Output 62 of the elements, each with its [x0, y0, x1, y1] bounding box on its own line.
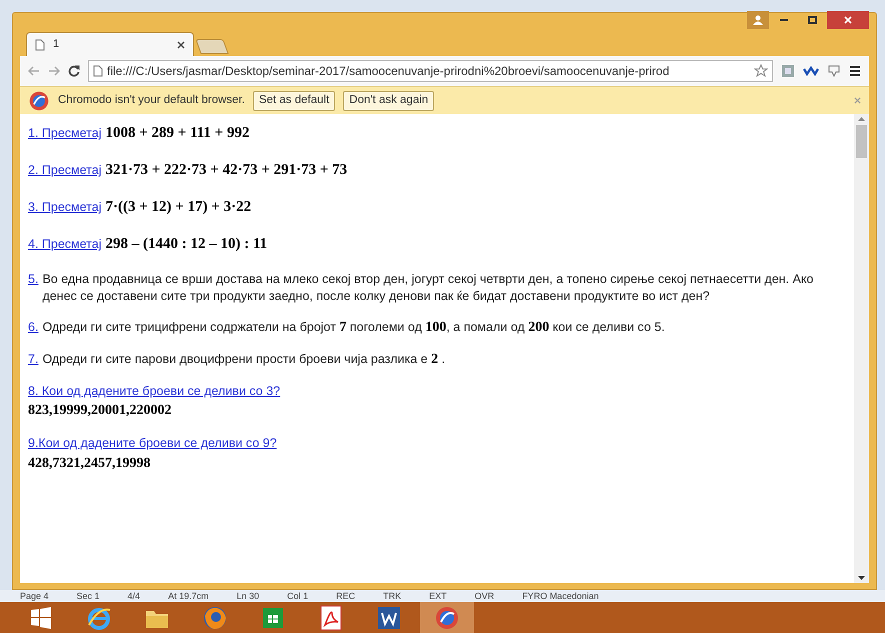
page-icon	[93, 65, 103, 77]
problem-text: Одреди ги сите трицифрени содржатели на бројот 7 поголеми од 100, а помали од 200 кои се деливи со 5.	[42, 319, 665, 336]
menu-icon[interactable]	[849, 65, 861, 77]
math-expression: 298 – (1440 : 12 – 10) : 11	[105, 235, 268, 254]
infobar-message: Chromodo isn't your default browser.	[58, 92, 245, 108]
status-item: Ln 30	[236, 590, 260, 602]
scrollbar[interactable]	[854, 114, 869, 583]
forward-arrow-icon[interactable]	[48, 66, 60, 76]
tab-title: 1	[53, 37, 60, 52]
status-item: OVR	[474, 590, 494, 602]
reload-icon[interactable]	[68, 65, 80, 77]
problem-link[interactable]: 3. Пресметај	[28, 198, 102, 217]
close-icon	[844, 16, 852, 24]
pdf-icon	[320, 604, 342, 630]
user-icon	[753, 15, 763, 25]
math-expression: 321·73 + 222·73 + 42·73 + 291·73 + 73	[105, 161, 348, 180]
status-item: 4/4	[128, 590, 140, 602]
problem-link[interactable]: 1. Пресметај	[28, 124, 102, 143]
math-expression: 1008 + 289 + 111 + 992	[105, 124, 250, 143]
status-item: At 19.7cm	[168, 590, 209, 602]
infobar-button[interactable]: Set as default	[252, 90, 336, 110]
number-list: 428,7321,2457,19998	[28, 453, 150, 474]
store-bag-icon	[261, 606, 285, 630]
globe-swirl-icon	[434, 604, 460, 630]
scroll-down-icon[interactable]	[858, 576, 865, 581]
status-item: Page 4	[20, 590, 49, 602]
word-document-icon	[376, 604, 402, 630]
browser-tab[interactable]: 1	[26, 32, 194, 56]
new-tab-button[interactable]	[195, 39, 229, 54]
url-text: file:///C:/Users/jasmar/Desktop/seminar-2017/samoocenuvanje-prirodni%20broevi/samoocenuvanje-prirod	[107, 63, 670, 80]
infobar-button[interactable]: Don't ask again	[343, 90, 434, 110]
close-icon[interactable]	[177, 40, 185, 48]
back-arrow-icon[interactable]	[28, 66, 40, 76]
address-bar[interactable]: file:///C:/Users/jasmar/Desktop/seminar-2017/samoocenuvanje-prirodni%20broevi/samoocenuvanje-prirod	[88, 60, 773, 82]
globe-swirl-icon	[28, 90, 50, 112]
problem-link[interactable]: 6.	[28, 318, 38, 337]
problem-link[interactable]: 9.Кои од дадените броеви се деливи со 9?	[28, 434, 277, 453]
star-icon[interactable]	[754, 64, 768, 78]
scroll-thumb[interactable]	[856, 125, 867, 158]
status-item: Col 1	[287, 590, 308, 602]
extension-icon[interactable]	[781, 64, 795, 78]
status-item: TRK	[383, 590, 402, 602]
fox-globe-icon	[202, 604, 228, 630]
download-icon[interactable]	[827, 64, 841, 78]
problem-text: Одреди ги сите парови двоцифрени прости броеви чија разлика е 2 .	[42, 350, 446, 368]
close-button[interactable]	[827, 11, 869, 29]
problem-link[interactable]: 5.	[28, 270, 38, 289]
problem-link[interactable]: 4. Пресметај	[28, 235, 102, 254]
number-list: 823,19999,20001,220002	[28, 400, 172, 422]
scroll-up-icon[interactable]	[858, 116, 865, 121]
wave-icon[interactable]	[803, 66, 819, 76]
math-expression: 7·((3 + 12) + 17) + 3·22	[105, 198, 252, 217]
page-icon	[35, 38, 45, 50]
problem-link[interactable]: 2. Пресметај	[28, 161, 102, 180]
status-item: REC	[336, 590, 356, 602]
problem-text: Во една продавница се врши достава на млеко секој втор ден, јогурт секој четврти ден, а топено сирење секој петнаесетти ден. Ако денес се доставени сите три продукти заедно, после колку денови пак ќе бидат доставени продуктите во ист ден?	[42, 271, 815, 305]
problem-link[interactable]: 8. Кои од дадените броеви се деливи со 3?	[28, 382, 280, 400]
status-item: FYRO Macedonian	[522, 590, 599, 602]
windows-icon	[30, 606, 52, 628]
status-item: EXT	[429, 590, 447, 602]
problem-link[interactable]: 7.	[28, 350, 38, 368]
status-item: Sec 1	[76, 590, 100, 602]
